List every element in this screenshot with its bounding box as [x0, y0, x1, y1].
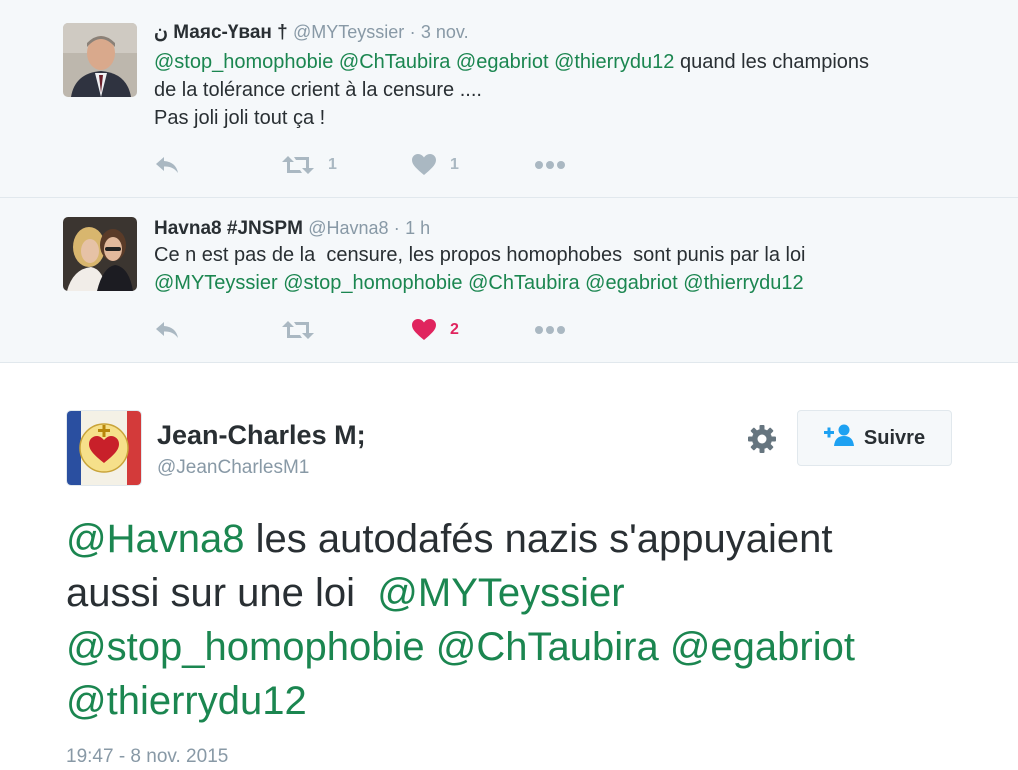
mention-link[interactable]: @thierrydu12 — [683, 272, 803, 294]
text-segment: quand les champions — [674, 51, 870, 73]
tweet-actions: 2 — [154, 315, 654, 345]
retweet-button[interactable]: 1 — [282, 150, 337, 180]
settings-button[interactable] — [745, 422, 779, 456]
retweet-button[interactable] — [282, 315, 314, 345]
avatar[interactable] — [63, 23, 137, 97]
separator: · — [409, 22, 416, 42]
mention-link[interactable]: @thierrydu12 — [554, 51, 674, 73]
author-handle[interactable]: @Havna8 — [308, 218, 388, 238]
author-name[interactable]: Havna8 #JNSPM — [154, 218, 303, 239]
tweet-time[interactable]: 1 h — [405, 218, 430, 238]
mention-link[interactable]: @egabriot — [670, 625, 855, 669]
author-handle[interactable]: @MYTeyssier — [293, 22, 404, 42]
tweet-line: @stop_homophobie @ChTaubira @egabriot — [66, 620, 966, 674]
more-icon — [534, 160, 566, 170]
like-count: 2 — [450, 321, 459, 338]
mention-link[interactable]: @ChTaubira — [468, 272, 579, 294]
retweet-icon — [282, 319, 314, 341]
tweet-header: Havna8 #JNSPM @Havna8 · 1 h — [154, 218, 430, 240]
text-segment: de la tolérance crient à la censure .... — [154, 79, 482, 101]
mention-link[interactable]: @egabriot — [585, 272, 678, 294]
like-count: 1 — [450, 156, 459, 173]
tweet-text: Ce n est pas de la censure, les propos h… — [154, 241, 806, 297]
tweet-line: @Havna8 les autodafés nazis s'appuyaient — [66, 512, 966, 566]
tweet-line: @thierrydu12 — [66, 674, 966, 728]
like-button[interactable]: 1 — [412, 150, 459, 180]
retweet-count: 1 — [328, 156, 337, 173]
mention-link[interactable]: @stop_homophobie — [154, 51, 333, 73]
mention-link[interactable]: @thierrydu12 — [66, 679, 307, 723]
follow-label: Suivre — [863, 426, 926, 449]
tweet-line: @MYTeyssier @stop_homophobie @ChTaubira … — [154, 269, 806, 297]
text-segment: Pas joli joli tout ça ! — [154, 107, 326, 129]
tweet-line: Pas joli joli tout ça ! — [154, 104, 869, 132]
tweet-text: @Havna8 les autodafés nazis s'appuyaient… — [66, 512, 966, 728]
separator: · — [393, 218, 400, 238]
avatar[interactable] — [63, 217, 137, 291]
text-segment — [425, 625, 436, 669]
tweet-text: @stop_homophobie @ChTaubira @egabriot @t… — [154, 48, 869, 132]
tweet-line: aussi sur une loi @MYTeyssier — [66, 566, 966, 620]
mention-link[interactable]: @stop_homophobie — [283, 272, 462, 294]
text-segment: Ce n est pas de la censure, les propos h… — [154, 244, 806, 266]
conversation-thread: ن Маяс-Үван † @MYTeyssier · 3 nov. @stop… — [0, 0, 1018, 363]
tweet-line: de la tolérance crient à la censure .... — [154, 76, 869, 104]
more-button[interactable] — [534, 150, 566, 180]
avatar[interactable] — [66, 410, 142, 486]
gear-icon — [745, 425, 779, 460]
heart-icon — [412, 319, 436, 341]
tweet-line: @stop_homophobie @ChTaubira @egabriot @t… — [154, 48, 869, 76]
like-button[interactable]: 2 — [412, 315, 459, 345]
mention-link[interactable]: @ChTaubira — [436, 625, 659, 669]
reply-button[interactable] — [154, 150, 180, 180]
mention-link[interactable]: @MYTeyssier — [154, 272, 278, 294]
mention-link[interactable]: @stop_homophobie — [66, 625, 425, 669]
tweet-line: Ce n est pas de la censure, les propos h… — [154, 241, 806, 269]
tweet-header: ن Маяс-Үван † @MYTeyssier · 3 nov. — [154, 21, 469, 44]
reply-tweet[interactable]: Havna8 #JNSPM @Havna8 · 1 h Ce n est pas… — [0, 198, 1018, 363]
tweet-timestamp[interactable]: 19:47 - 8 nov. 2015 — [66, 746, 228, 768]
text-segment — [659, 625, 670, 669]
tweet-actions: 1 1 — [154, 150, 654, 180]
text-segment: aussi sur une loi — [66, 571, 378, 615]
follow-button[interactable]: Suivre — [797, 410, 952, 466]
tweet-time[interactable]: 3 nov. — [421, 22, 469, 42]
mention-link[interactable]: @Havna8 — [66, 517, 244, 561]
text-segment: les autodafés nazis s'appuyaient — [244, 517, 833, 561]
mention-link[interactable]: @egabriot — [456, 51, 549, 73]
author-handle[interactable]: @JeanCharlesM1 — [157, 457, 309, 479]
reply-tweet[interactable]: ن Маяс-Үван † @MYTeyssier · 3 nov. @stop… — [0, 0, 1018, 198]
author-name[interactable]: ن Маяс-Үван † — [154, 22, 288, 43]
reply-button[interactable] — [154, 315, 180, 345]
mention-link[interactable]: @MYTeyssier — [377, 571, 624, 615]
reply-icon — [154, 155, 180, 175]
more-button[interactable] — [534, 315, 566, 345]
author-name[interactable]: Jean-Charles M; — [157, 420, 366, 451]
reply-icon — [154, 320, 180, 340]
add-user-icon — [823, 424, 854, 452]
mention-link[interactable]: @ChTaubira — [339, 51, 450, 73]
retweet-icon — [282, 154, 314, 176]
more-icon — [534, 325, 566, 335]
heart-icon — [412, 154, 436, 176]
